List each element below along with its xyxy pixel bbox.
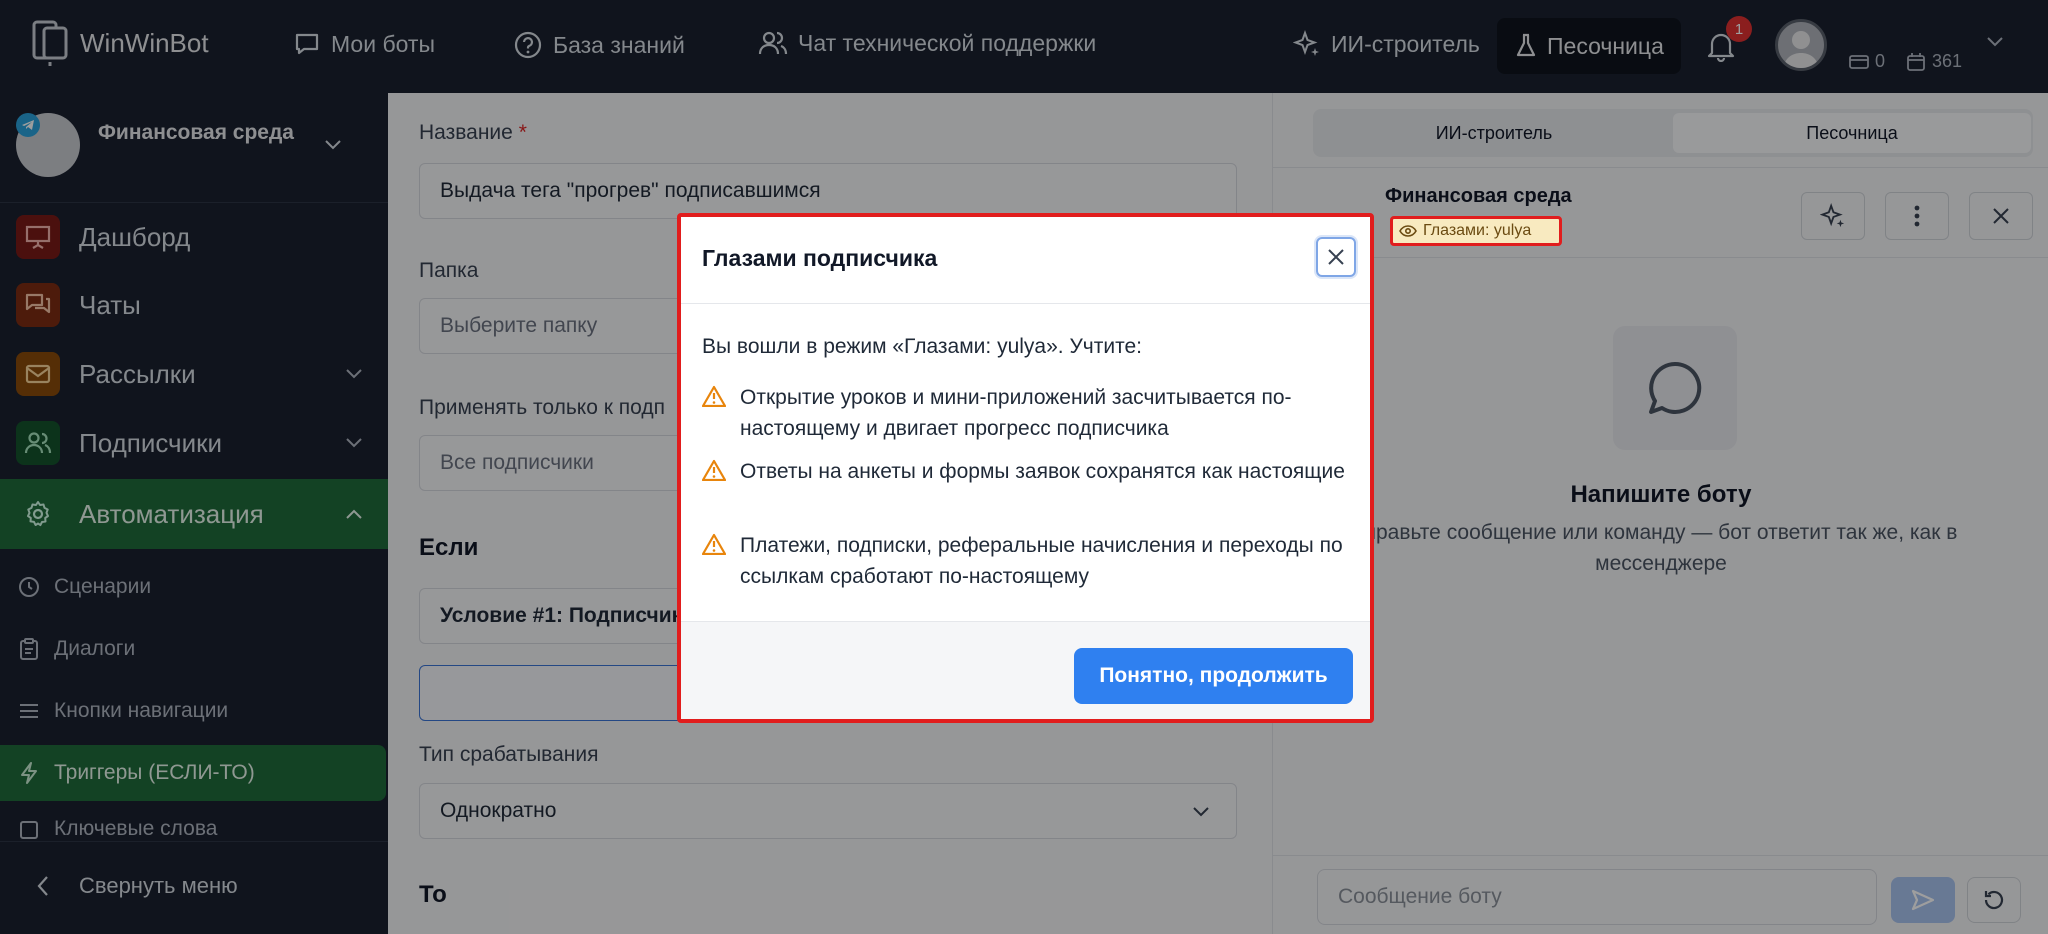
eyes-mode-text: Глазами: yulya xyxy=(1423,222,1532,239)
warning-text: Платежи, подписки, реферальные начислени… xyxy=(740,534,1343,588)
warning-text: Открытие уроков и мини-приложений засчит… xyxy=(740,386,1292,440)
confirm-continue-button[interactable]: Понятно, продолжить xyxy=(1074,648,1353,704)
eyes-mode-badge: Глазами: yulya xyxy=(1390,216,1562,246)
warning-icon xyxy=(702,533,726,592)
modal-footer: Понятно, продолжить xyxy=(681,621,1370,719)
warning-item: Открытие уроков и мини-приложений засчит… xyxy=(702,382,1352,444)
close-icon xyxy=(1326,247,1346,267)
warning-item: Платежи, подписки, реферальные начислени… xyxy=(702,530,1352,592)
warning-icon xyxy=(702,385,726,444)
modal-header: Глазами подписчика xyxy=(681,217,1370,304)
eye-icon xyxy=(1399,225,1417,237)
modal-intro: Вы вошли в режим «Глазами: yulya». Учтит… xyxy=(702,335,1142,358)
subscriber-eyes-modal: Глазами подписчика Вы вошли в режим «Гла… xyxy=(677,213,1374,723)
warning-icon xyxy=(702,459,726,487)
warning-item: Ответы на анкеты и формы заявок сохранят… xyxy=(702,456,1352,487)
modal-title: Глазами подписчика xyxy=(702,245,938,271)
warning-text: Ответы на анкеты и формы заявок сохранят… xyxy=(740,460,1345,483)
modal-close-button[interactable] xyxy=(1316,237,1356,277)
